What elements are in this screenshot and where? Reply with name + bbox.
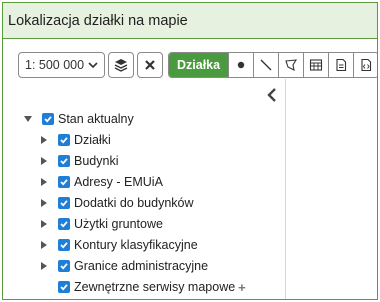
layer-item[interactable]: Działki [40,132,111,148]
caret-right-icon[interactable] [40,199,48,207]
clear-button[interactable] [137,52,163,78]
layers-button[interactable] [108,52,134,78]
tree-root-label: Stan aktualny [58,112,134,126]
panel-divider [285,79,286,299]
close-icon [145,60,155,70]
layers-icon [114,59,128,72]
table-button[interactable] [303,53,329,77]
caret-right-icon[interactable] [40,136,48,144]
checkbox-checked-icon[interactable] [58,176,70,188]
point-icon [237,61,245,69]
collapse-panel-icon[interactable] [265,87,279,103]
layer-item[interactable]: Kontury klasyfikacyjne [40,237,198,253]
caret-right-icon[interactable] [40,220,48,228]
line-icon [260,59,272,71]
polygon-tool-button[interactable] [278,53,304,77]
map-location-panel: Lokalizacja działki na mapie 1: 500 000 … [2,2,378,300]
layer-item[interactable]: Granice administracyjne [40,258,208,274]
scale-select[interactable]: 1: 500 000 [18,52,105,78]
polygon-icon [285,59,298,71]
external-services-label: Zewnętrzne serwisy mapowe [74,280,236,294]
code-icon [361,58,372,72]
checkbox-checked-icon[interactable] [58,260,70,272]
selection-tools: Działka [168,52,377,78]
tree-root-stan-aktualny[interactable]: Stan aktualny [24,111,134,127]
layer-label: Budynki [74,154,119,168]
point-tool-button[interactable] [228,53,254,77]
layer-item[interactable]: Budynki [40,153,118,169]
checkbox-checked-icon[interactable] [58,197,70,209]
layer-label: Działki [74,133,111,147]
table-icon [310,59,323,71]
checkbox-checked-icon[interactable] [58,155,70,167]
layer-label: Adresy - EMUiA [74,175,163,189]
external-services-item[interactable]: Zewnętrzne serwisy mapowe + [58,279,246,295]
layer-item[interactable]: Dodatki do budynków [40,195,194,211]
layer-item[interactable]: Adresy - EMUiA [40,174,163,190]
checkbox-checked-icon[interactable] [58,239,70,251]
caret-down-icon[interactable] [24,115,32,123]
document-icon [336,58,347,72]
caret-right-icon[interactable] [40,157,48,165]
checkbox-checked-icon[interactable] [58,218,70,230]
checkbox-checked-icon[interactable] [58,281,70,293]
layer-label: Dodatki do budynków [74,196,194,210]
layer-label: Użytki gruntowe [74,217,163,231]
document-button[interactable] [328,53,354,77]
chevron-down-icon [88,62,98,69]
caret-right-icon[interactable] [40,262,48,270]
checkbox-checked-icon[interactable] [42,113,54,125]
layer-label: Kontury klasyfikacyjne [74,238,198,252]
caret-right-icon[interactable] [40,241,48,249]
tool-dzialka-button[interactable]: Działka [169,53,229,77]
panel-title: Lokalizacja działki na mapie [3,3,377,39]
caret-right-icon[interactable] [40,178,48,186]
scale-value: 1: 500 000 [25,58,85,72]
add-service-icon[interactable]: + [238,280,246,295]
layer-label: Granice administracyjne [74,259,209,273]
checkbox-checked-icon[interactable] [58,134,70,146]
map-toolbar: 1: 500 000 Działka [18,52,377,78]
line-tool-button[interactable] [253,53,279,77]
code-button[interactable] [353,53,377,77]
layer-item[interactable]: Użytki gruntowe [40,216,163,232]
